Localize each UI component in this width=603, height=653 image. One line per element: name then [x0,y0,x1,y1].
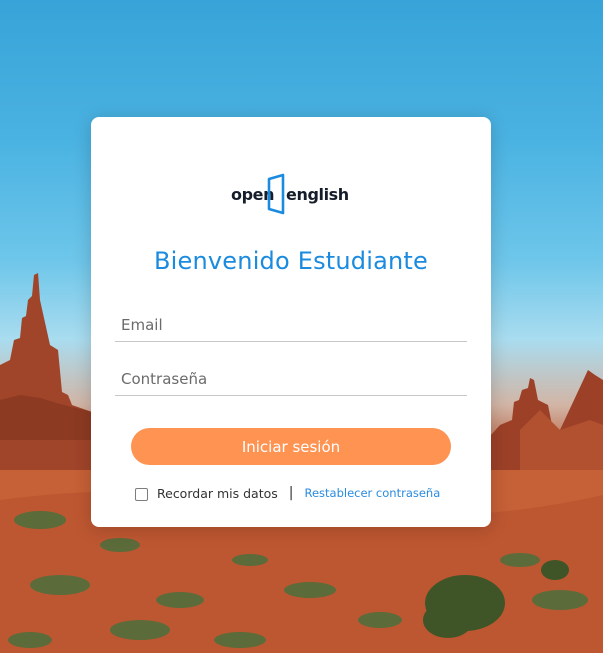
background-desert-scene: open english Bienvenido Estudiante Inici… [0,0,603,653]
remember-row: Recordar mis datos | Restablecer contras… [135,485,440,501]
welcome-title: Bienvenido Estudiante [154,247,428,275]
login-button[interactable]: Iniciar sesión [131,428,451,465]
logo-word-english: english [286,185,349,204]
password-input[interactable] [115,362,467,396]
separator: | [288,485,294,501]
logo-door-icon [267,173,285,215]
reset-password-link[interactable]: Restablecer contraseña [304,486,440,500]
remember-checkbox[interactable] [135,487,148,501]
remember-label[interactable]: Recordar mis datos [157,486,278,501]
open-english-logo: open english [231,173,351,218]
login-card: open english Bienvenido Estudiante Inici… [91,117,491,527]
email-input[interactable] [115,308,467,342]
